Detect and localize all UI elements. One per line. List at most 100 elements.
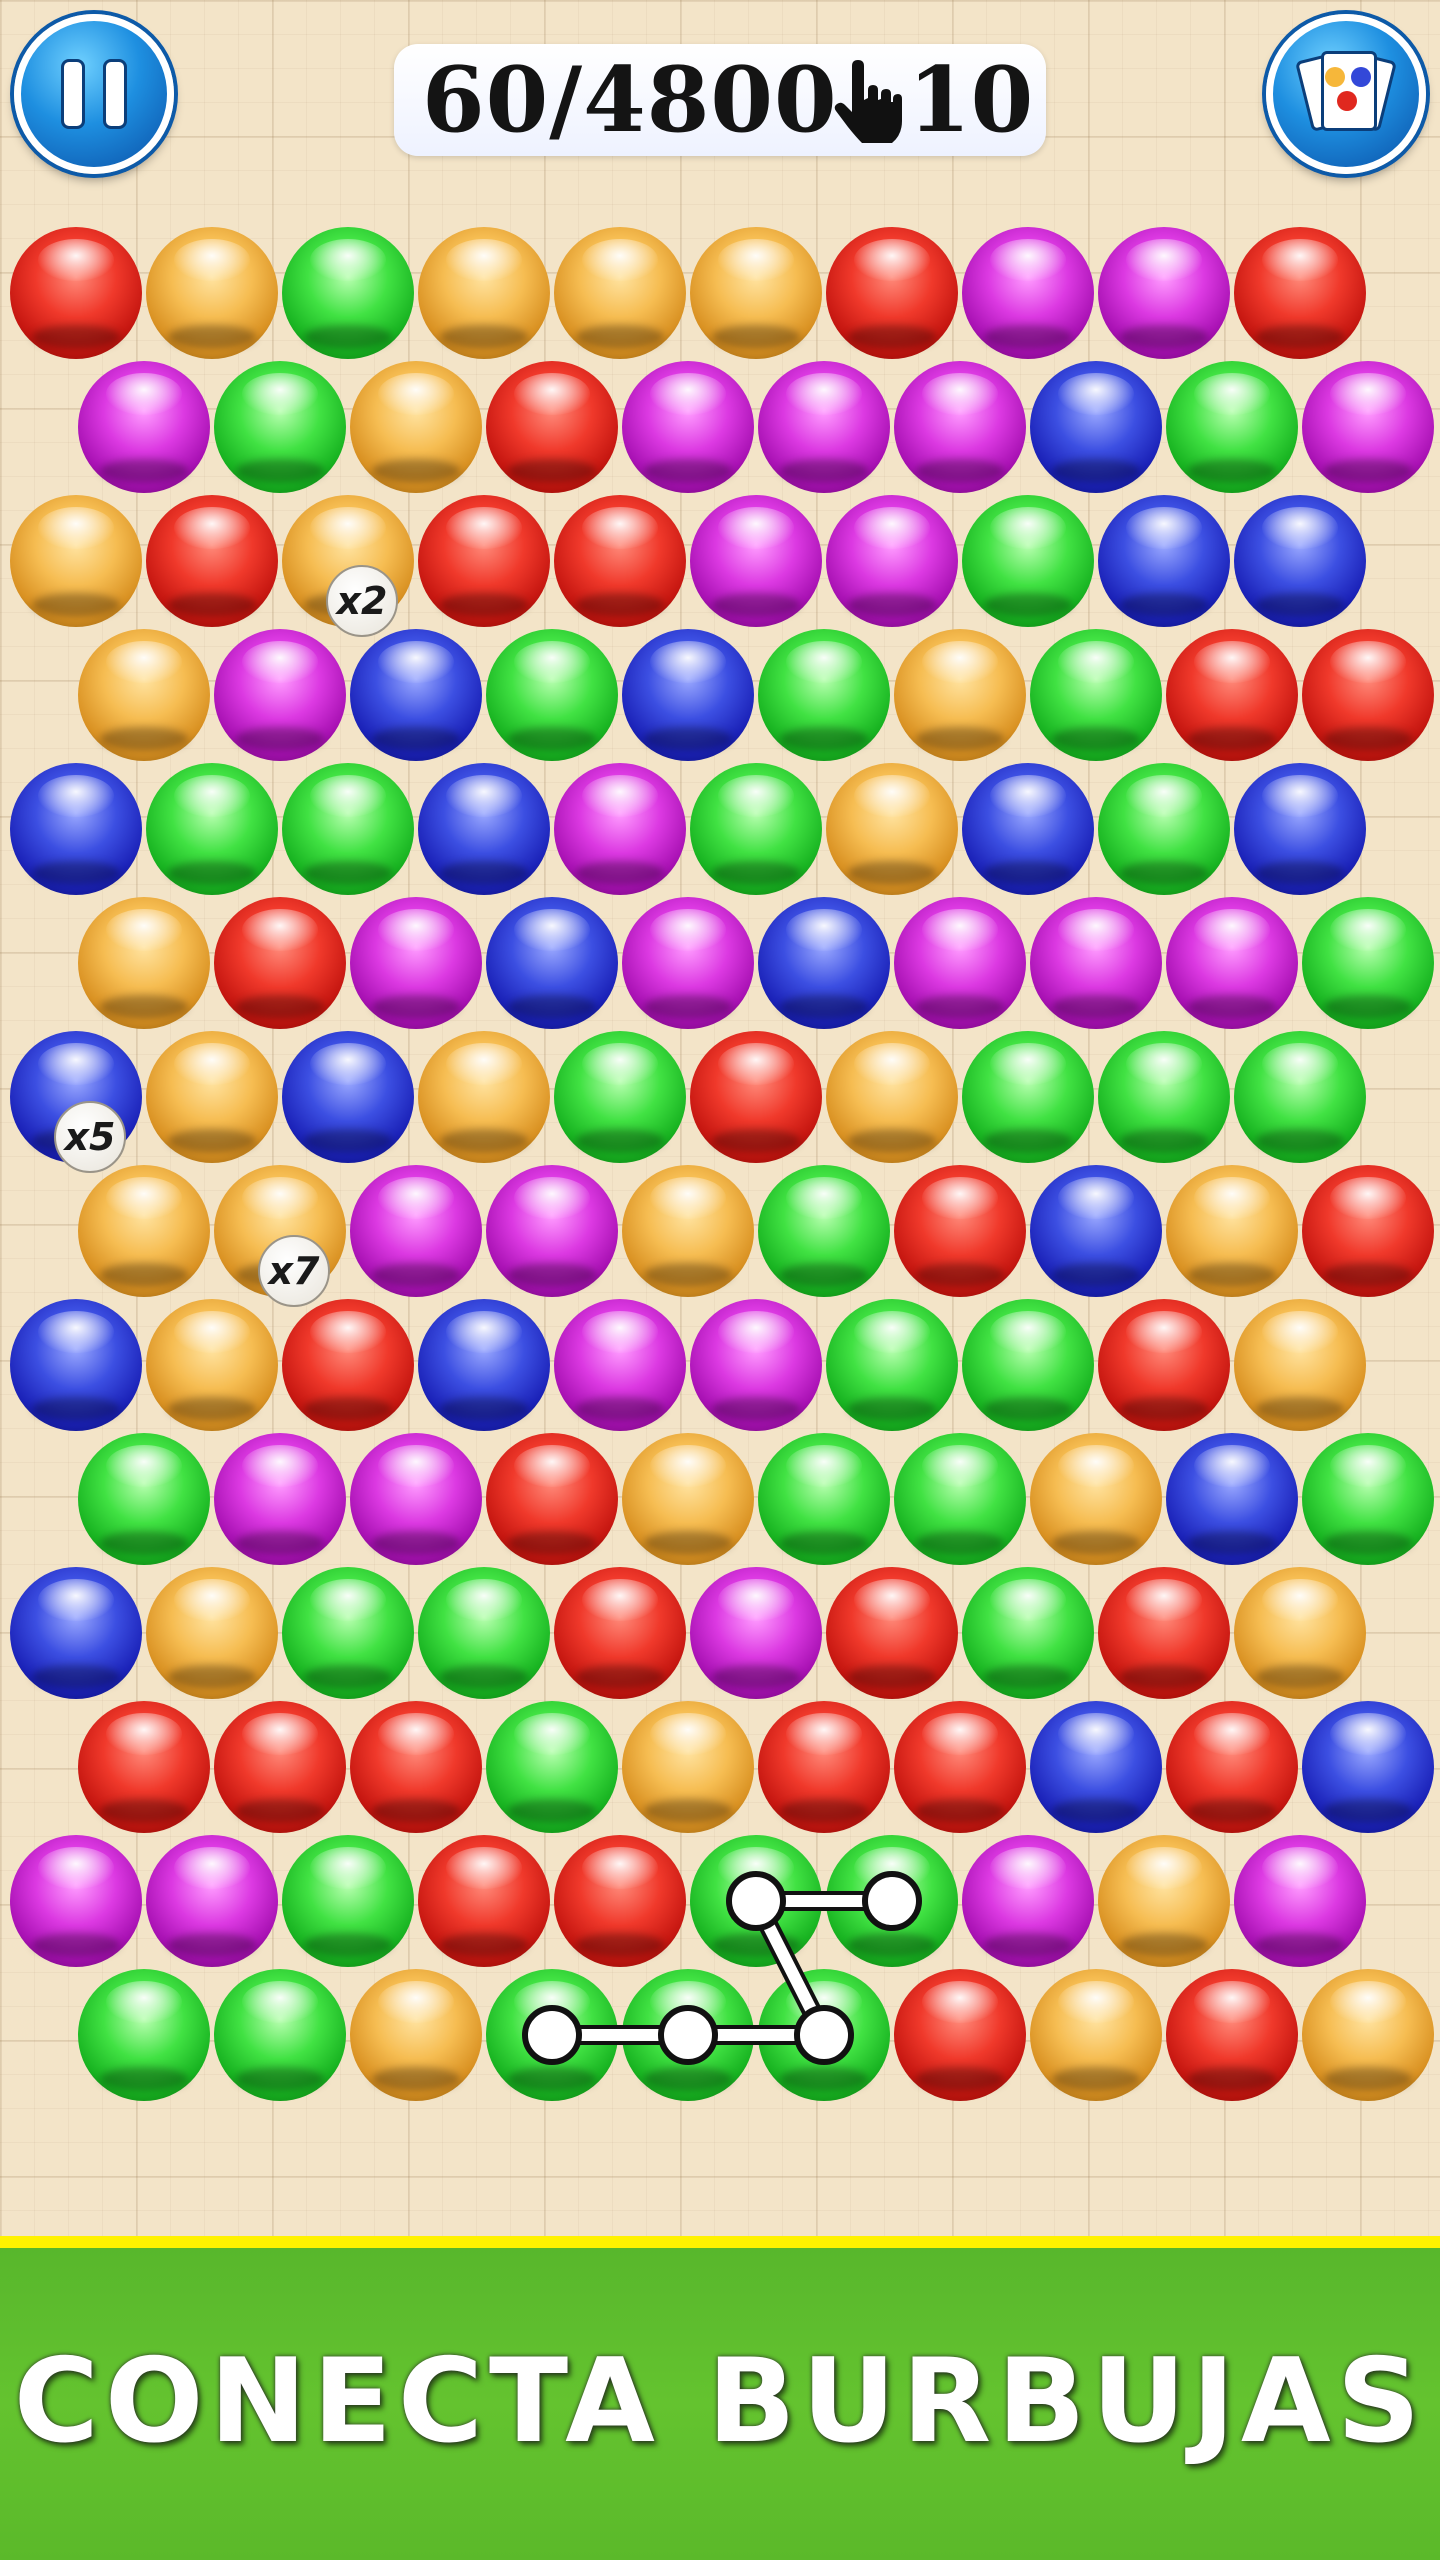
bubble-red[interactable] (214, 1701, 346, 1833)
bubble-green[interactable] (78, 1969, 210, 2101)
bubble-red[interactable] (1166, 629, 1298, 761)
bubble-purple[interactable] (10, 1835, 142, 1967)
bubble-purple[interactable] (554, 763, 686, 895)
bubble-blue[interactable] (10, 763, 142, 895)
bubble-blue[interactable] (1234, 763, 1366, 895)
bubble-green[interactable] (486, 629, 618, 761)
bubble-orange[interactable] (78, 1165, 210, 1297)
bubble-green[interactable] (1098, 763, 1230, 895)
bubble-red[interactable] (486, 1433, 618, 1565)
bubble-blue[interactable] (758, 897, 890, 1029)
bubble-blue[interactable] (418, 1299, 550, 1431)
bubble-blue[interactable] (350, 629, 482, 761)
bubble-blue[interactable] (10, 1299, 142, 1431)
bubble-green[interactable] (1302, 1433, 1434, 1565)
bubble-blue[interactable] (1098, 495, 1230, 627)
bubble-red[interactable] (1302, 629, 1434, 761)
bubble-red[interactable] (894, 1969, 1026, 2101)
bubble-blue[interactable] (282, 1031, 414, 1163)
bubble-green[interactable] (894, 1433, 1026, 1565)
bubble-purple[interactable] (690, 495, 822, 627)
bubble-green[interactable] (1302, 897, 1434, 1029)
bubble-orange[interactable] (146, 227, 278, 359)
bubble-orange[interactable] (146, 1031, 278, 1163)
bubble-orange[interactable] (1302, 1969, 1434, 2101)
bubble-blue[interactable] (486, 897, 618, 1029)
bubble-orange[interactable] (826, 763, 958, 895)
bubble-orange[interactable] (78, 897, 210, 1029)
bubble-purple[interactable] (826, 495, 958, 627)
bubble-orange[interactable] (1234, 1299, 1366, 1431)
bubble-red[interactable] (894, 1165, 1026, 1297)
bubble-green[interactable] (1030, 629, 1162, 761)
bubble-red[interactable] (10, 227, 142, 359)
bubble-orange[interactable] (350, 1969, 482, 2101)
bubble-blue[interactable] (1030, 1165, 1162, 1297)
bubble-purple[interactable] (622, 361, 754, 493)
bubble-red[interactable] (1098, 1567, 1230, 1699)
bubble-green[interactable] (690, 763, 822, 895)
bubble-red[interactable] (418, 1835, 550, 1967)
bubble-red[interactable] (214, 897, 346, 1029)
bubble-blue[interactable] (418, 763, 550, 895)
bubble-orange[interactable] (554, 227, 686, 359)
bubble-green[interactable] (1098, 1031, 1230, 1163)
bubble-orange[interactable] (78, 629, 210, 761)
bubble-purple[interactable] (758, 361, 890, 493)
bubble-green[interactable] (962, 1567, 1094, 1699)
bubble-green[interactable] (758, 1433, 890, 1565)
bubble-red[interactable] (554, 495, 686, 627)
bubble-purple[interactable] (894, 361, 1026, 493)
bubble-green[interactable] (962, 1031, 1094, 1163)
bubble-purple[interactable] (962, 227, 1094, 359)
bubble-blue[interactable] (10, 1567, 142, 1699)
bubble-blue[interactable] (1234, 495, 1366, 627)
bubble-green[interactable] (282, 227, 414, 359)
bubble-blue[interactable] (1166, 1433, 1298, 1565)
bubble-purple[interactable] (78, 361, 210, 493)
bubble-green[interactable] (690, 1835, 822, 1967)
bubble-green[interactable] (554, 1031, 686, 1163)
bubble-green[interactable] (758, 629, 890, 761)
bubble-green[interactable] (214, 361, 346, 493)
bubble-red[interactable] (146, 495, 278, 627)
bubble-orange[interactable] (622, 1701, 754, 1833)
bubble-orange[interactable] (418, 227, 550, 359)
bubble-orange[interactable] (10, 495, 142, 627)
bubble-green[interactable] (418, 1567, 550, 1699)
bubble-green[interactable] (486, 1969, 618, 2101)
bubble-red[interactable] (1302, 1165, 1434, 1297)
bubble-green[interactable] (1234, 1031, 1366, 1163)
bubble-purple[interactable] (1166, 897, 1298, 1029)
bubble-red[interactable] (418, 495, 550, 627)
bubble-purple[interactable] (350, 1165, 482, 1297)
bubble-orange[interactable] (146, 1299, 278, 1431)
bubble-purple[interactable] (1234, 1835, 1366, 1967)
bubble-purple[interactable] (1098, 227, 1230, 359)
bubble-red[interactable] (486, 361, 618, 493)
bubble-green[interactable] (282, 1835, 414, 1967)
bubble-purple[interactable] (350, 1433, 482, 1565)
bubble-orange[interactable] (1234, 1567, 1366, 1699)
bubble-purple[interactable] (962, 1835, 1094, 1967)
bubble-red[interactable] (1166, 1969, 1298, 2101)
bubble-red[interactable] (1098, 1299, 1230, 1431)
bubble-green[interactable] (826, 1299, 958, 1431)
bubble-green[interactable] (962, 495, 1094, 627)
bubble-red[interactable] (758, 1701, 890, 1833)
bubble-purple[interactable] (146, 1835, 278, 1967)
bubble-orange[interactable] (1166, 1165, 1298, 1297)
bubble-purple[interactable] (622, 897, 754, 1029)
bubble-purple[interactable] (1030, 897, 1162, 1029)
bubble-purple[interactable] (486, 1165, 618, 1297)
bubble-green[interactable] (826, 1835, 958, 1967)
bubble-orange[interactable] (1030, 1433, 1162, 1565)
bubble-green[interactable] (758, 1969, 890, 2101)
bubble-green[interactable] (282, 1567, 414, 1699)
bubble-red[interactable] (826, 227, 958, 359)
bubble-orange[interactable] (350, 361, 482, 493)
bubble-green[interactable] (1166, 361, 1298, 493)
bubble-board[interactable]: x2 x5 x7 (0, 0, 1440, 2200)
bubble-orange[interactable] (1098, 1835, 1230, 1967)
bubble-blue[interactable] (962, 763, 1094, 895)
